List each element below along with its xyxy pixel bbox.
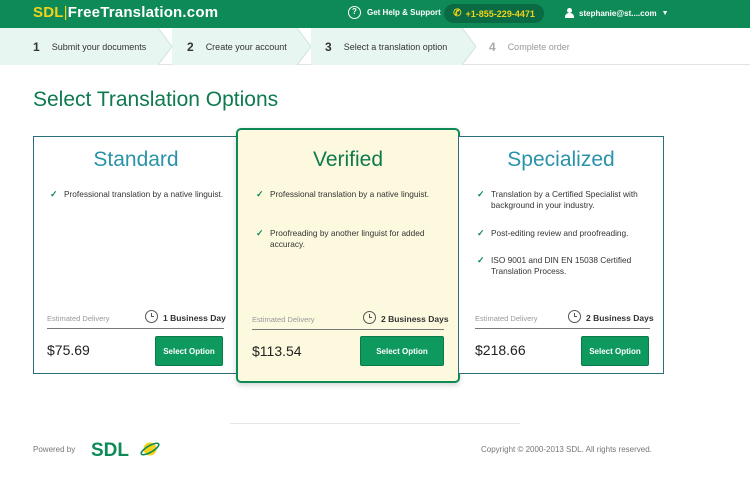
check-icon: ✓ bbox=[477, 189, 485, 199]
check-icon: ✓ bbox=[477, 255, 485, 265]
check-icon: ✓ bbox=[256, 189, 264, 199]
price: $113.54 bbox=[252, 343, 302, 359]
clock-icon bbox=[568, 310, 581, 323]
sdl-logo-text: SDL bbox=[91, 440, 129, 461]
step-label: Submit your documents bbox=[51, 41, 147, 52]
feature-item: ✓ Proofreading by another linguist for a… bbox=[256, 228, 425, 249]
feature-item: ✓ Post-editing review and proofreading. bbox=[477, 228, 629, 238]
select-option-button[interactable]: Select Option bbox=[155, 336, 223, 366]
check-icon: ✓ bbox=[256, 228, 264, 238]
step-chevron-icon bbox=[158, 28, 172, 65]
step-chevron-icon bbox=[462, 28, 476, 65]
estimated-delivery-label: Estimated Delivery bbox=[252, 315, 315, 324]
page-title: Select Translation Options bbox=[33, 88, 279, 111]
step-2[interactable]: 2 Create your account bbox=[172, 28, 297, 65]
powered-by-label: Powered by bbox=[33, 445, 76, 454]
check-icon: ✓ bbox=[50, 189, 58, 199]
step-label: Create your account bbox=[205, 41, 287, 52]
step-label: Complete order bbox=[507, 41, 570, 52]
delivery-time: 2 Business Days bbox=[586, 313, 654, 323]
option-card-verified: Verified ✓ Professional translation by a… bbox=[236, 128, 460, 383]
feature-item: ✓ Translation by a Certified Specialist … bbox=[477, 189, 638, 210]
clock-icon bbox=[363, 311, 376, 324]
help-link[interactable]: ? Get Help & Support bbox=[348, 6, 441, 19]
logo-site-name: FreeTranslation.com bbox=[67, 4, 219, 21]
step-number: 3 bbox=[325, 39, 332, 54]
feature-item: ✓ Professional translation by a native l… bbox=[50, 189, 224, 199]
price: $75.69 bbox=[47, 342, 90, 358]
site-logo[interactable]: SDL|FreeTranslation.com bbox=[33, 4, 218, 21]
caret-down-icon: ▼ bbox=[661, 9, 669, 17]
copyright-text: Copyright © 2000-2013 SDL. All rights re… bbox=[481, 445, 652, 454]
question-icon: ? bbox=[348, 6, 361, 19]
clock-icon bbox=[145, 310, 158, 323]
logo-sdl-text: SDL bbox=[33, 4, 64, 21]
footer-divider bbox=[230, 423, 520, 424]
card-title: Verified bbox=[312, 148, 384, 171]
user-icon bbox=[565, 8, 574, 18]
phone-button[interactable]: ✆ +1-855-229-4471 bbox=[444, 4, 544, 23]
option-card-standard: Standard ✓ Professional translation by a… bbox=[33, 136, 239, 374]
price: $218.66 bbox=[475, 342, 526, 358]
feature-item: ✓ ISO 9001 and DIN EN 15038 Certified Tr… bbox=[477, 255, 632, 276]
step-label: Select a translation option bbox=[343, 41, 448, 52]
select-option-button[interactable]: Select Option bbox=[360, 336, 444, 366]
phone-icon: ✆ bbox=[453, 8, 462, 19]
divider bbox=[47, 328, 224, 329]
card-title: Specialized bbox=[507, 148, 615, 171]
user-email: stephanie@st....com bbox=[579, 8, 657, 18]
progress-steps: 1 Submit your documents 2 Create your ac… bbox=[0, 28, 750, 65]
option-card-specialized: Specialized ✓ Translation by a Certified… bbox=[458, 136, 664, 374]
estimated-delivery-label: Estimated Delivery bbox=[475, 314, 538, 323]
delivery-time: 1 Business Day bbox=[163, 313, 226, 323]
user-menu[interactable]: stephanie@st....com ▼ bbox=[565, 8, 669, 18]
step-chevron-icon bbox=[297, 28, 311, 65]
step-number: 2 bbox=[187, 39, 194, 54]
step-4: 4 Complete order bbox=[476, 28, 596, 65]
step-number: 1 bbox=[33, 39, 40, 54]
feature-item: ✓ Professional translation by a native l… bbox=[256, 189, 430, 199]
select-option-button[interactable]: Select Option bbox=[581, 336, 649, 366]
step-1[interactable]: 1 Submit your documents bbox=[0, 28, 158, 65]
help-label: Get Help & Support bbox=[367, 8, 441, 17]
divider bbox=[252, 329, 444, 330]
phone-number: +1-855-229-4471 bbox=[465, 8, 535, 19]
check-icon: ✓ bbox=[477, 228, 485, 238]
sdl-logo-icon[interactable]: SDL bbox=[91, 437, 161, 461]
card-title: Standard bbox=[93, 148, 179, 171]
step-3[interactable]: 3 Select a translation option bbox=[311, 28, 462, 65]
step-number: 4 bbox=[489, 39, 496, 54]
delivery-time: 2 Business Days bbox=[381, 314, 449, 324]
estimated-delivery-label: Estimated Delivery bbox=[47, 314, 110, 323]
divider bbox=[475, 328, 650, 329]
top-bar: SDL|FreeTranslation.com ? Get Help & Sup… bbox=[0, 0, 750, 28]
